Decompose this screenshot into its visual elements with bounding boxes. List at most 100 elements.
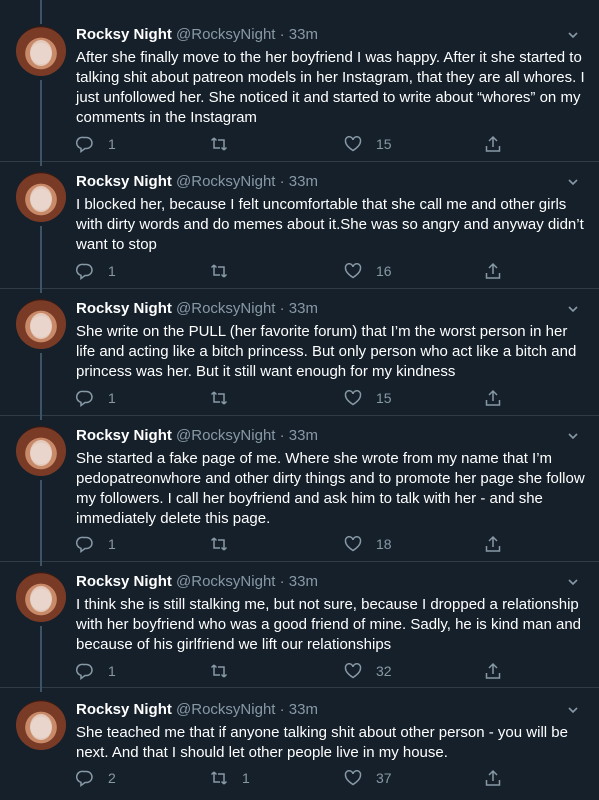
retweet-button[interactable] (210, 261, 242, 281)
reply-button[interactable]: 1 (76, 261, 116, 281)
like-button[interactable]: 32 (344, 661, 392, 681)
share-button[interactable] (484, 768, 502, 788)
like-button[interactable]: 15 (344, 134, 392, 154)
thread-line (40, 626, 42, 692)
share-button[interactable] (484, 388, 502, 408)
reply-count: 1 (108, 536, 116, 552)
share-icon (484, 262, 502, 280)
tweet-actions: 1 15 (76, 134, 519, 154)
reply-button[interactable]: 1 (76, 534, 116, 554)
tweet-actions: 1 15 (76, 388, 519, 408)
tweet-item[interactable]: Rocksy Night @RocksyNight · 33m She star… (0, 416, 599, 566)
author-name[interactable]: Rocksy Night (76, 701, 172, 718)
author-name[interactable]: Rocksy Night (76, 173, 172, 190)
reply-icon (76, 769, 94, 787)
tweet-actions: 1 18 (76, 534, 519, 554)
author-handle-time[interactable]: @RocksyNight · 33m (176, 300, 318, 317)
tweet-text: I blocked her, because I felt uncomforta… (76, 196, 584, 253)
retweet-icon (210, 135, 228, 153)
tweet-text: She started a fake page of me. Where she… (76, 450, 585, 527)
reply-button[interactable]: 1 (76, 388, 116, 408)
reply-button[interactable]: 2 (76, 768, 116, 788)
reply-button[interactable]: 1 (76, 134, 116, 154)
like-button[interactable]: 15 (344, 388, 392, 408)
tweet-header: Rocksy Night @RocksyNight · 33m (76, 300, 583, 320)
thread-line (40, 80, 42, 166)
heart-icon (344, 262, 362, 280)
chevron-down-icon[interactable] (563, 573, 583, 591)
author-name[interactable]: Rocksy Night (76, 573, 172, 590)
share-button[interactable] (484, 534, 502, 554)
share-button[interactable] (484, 661, 502, 681)
reply-count: 1 (108, 390, 116, 406)
author-name[interactable]: Rocksy Night (76, 26, 172, 43)
like-count: 16 (376, 263, 392, 279)
share-icon (484, 769, 502, 787)
author-name[interactable]: Rocksy Night (76, 300, 172, 317)
avatar[interactable] (16, 426, 66, 476)
tweet-item[interactable]: Rocksy Night @RocksyNight · 33m I blocke… (0, 162, 599, 293)
tweet-thread: Rocksy Night @RocksyNight · 33m After sh… (0, 0, 599, 800)
share-icon (484, 389, 502, 407)
tweet-text: After she finally move to the her boyfri… (76, 49, 585, 126)
tweet-actions: 1 16 (76, 261, 519, 281)
retweet-count: 1 (242, 770, 250, 786)
retweet-icon (210, 535, 228, 553)
like-count: 32 (376, 663, 392, 679)
avatar[interactable] (16, 299, 66, 349)
retweet-button[interactable] (210, 388, 242, 408)
retweet-button[interactable] (210, 534, 242, 554)
share-icon (484, 662, 502, 680)
chevron-down-icon[interactable] (563, 300, 583, 318)
retweet-icon (210, 389, 228, 407)
tweet-item[interactable]: Rocksy Night @RocksyNight · 33m I think … (0, 562, 599, 692)
heart-icon (344, 662, 362, 680)
retweet-button[interactable]: 1 (210, 768, 250, 788)
like-button[interactable]: 18 (344, 534, 392, 554)
author-handle-time[interactable]: @RocksyNight · 33m (176, 701, 318, 718)
like-count: 15 (376, 136, 392, 152)
tweet-text: She write on the PULL (her favorite foru… (76, 323, 577, 380)
thread-line (40, 226, 42, 293)
chevron-down-icon[interactable] (563, 427, 583, 445)
author-name[interactable]: Rocksy Night (76, 427, 172, 444)
tweet-item[interactable]: Rocksy Night @RocksyNight · 33m After sh… (0, 16, 599, 166)
tweet-header: Rocksy Night @RocksyNight · 33m (76, 427, 583, 447)
share-button[interactable] (484, 261, 502, 281)
like-count: 37 (376, 770, 392, 786)
chevron-down-icon[interactable] (563, 26, 583, 44)
retweet-icon (210, 662, 228, 680)
tweet-header: Rocksy Night @RocksyNight · 33m (76, 26, 583, 46)
thread-line (40, 480, 42, 566)
avatar[interactable] (16, 572, 66, 622)
tweet-item[interactable]: Rocksy Night @RocksyNight · 33m She teac… (0, 688, 599, 800)
tweet-item[interactable]: Rocksy Night @RocksyNight · 33m She writ… (0, 289, 599, 420)
tweet-actions: 1 32 (76, 661, 519, 681)
retweet-button[interactable] (210, 134, 242, 154)
author-handle-time[interactable]: @RocksyNight · 33m (176, 573, 318, 590)
tweet-text: I think she is still stalking me, but no… (76, 596, 582, 653)
reply-icon (76, 389, 94, 407)
author-handle-time[interactable]: @RocksyNight · 33m (176, 427, 318, 444)
author-handle-time[interactable]: @RocksyNight · 33m (176, 26, 318, 43)
retweet-button[interactable] (210, 661, 242, 681)
tweet-text: She teached me that if anyone talking sh… (76, 724, 568, 761)
chevron-down-icon[interactable] (563, 173, 583, 191)
share-button[interactable] (484, 134, 502, 154)
retweet-icon (210, 769, 228, 787)
chevron-down-icon[interactable] (563, 701, 583, 719)
tweet-actions: 2 1 37 (76, 768, 519, 788)
avatar[interactable] (16, 172, 66, 222)
reply-count: 1 (108, 663, 116, 679)
like-button[interactable]: 37 (344, 768, 392, 788)
reply-button[interactable]: 1 (76, 661, 116, 681)
reply-icon (76, 135, 94, 153)
avatar[interactable] (16, 26, 66, 76)
like-count: 18 (376, 536, 392, 552)
heart-icon (344, 535, 362, 553)
avatar[interactable] (16, 700, 66, 750)
tweet-header: Rocksy Night @RocksyNight · 33m (76, 701, 583, 721)
like-button[interactable]: 16 (344, 261, 392, 281)
author-handle-time[interactable]: @RocksyNight · 33m (176, 173, 318, 190)
heart-icon (344, 135, 362, 153)
